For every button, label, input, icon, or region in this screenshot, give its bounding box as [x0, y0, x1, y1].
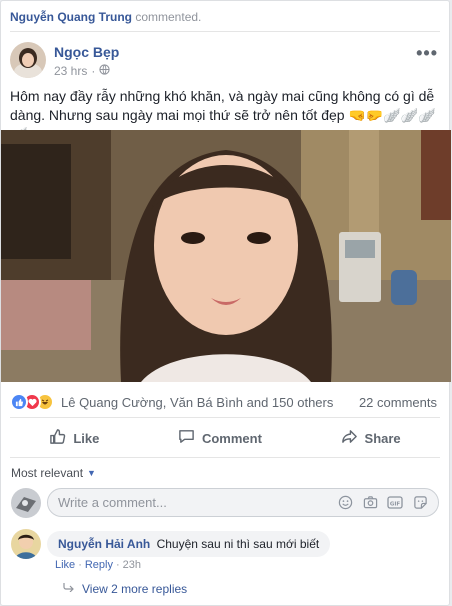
activity-actor-link[interactable]: Nguyễn Quang Trung	[10, 10, 132, 24]
compose-icons: GIF	[337, 495, 428, 511]
thumbs-up-icon	[49, 428, 66, 448]
comment-timestamp[interactable]: 23h	[123, 559, 141, 571]
share-button[interactable]: Share	[341, 428, 401, 448]
camera-icon[interactable]	[362, 495, 378, 511]
comment-compose-box[interactable]: GIF	[47, 488, 439, 517]
reaction-icons	[10, 393, 54, 411]
comment-button-label: Comment	[201, 430, 262, 446]
comment-meta: Like · Reply · 23h	[55, 559, 141, 571]
post-meta: 23 hrs ·	[54, 64, 110, 78]
svg-text:GIF: GIF	[390, 501, 401, 507]
share-button-label: Share	[364, 430, 401, 446]
commenter-avatar[interactable]	[11, 529, 41, 559]
actions-bottom-divider	[10, 457, 440, 458]
like-button[interactable]: Like	[49, 428, 99, 448]
sticker-icon[interactable]	[412, 495, 428, 511]
activity-action: commented.	[135, 10, 202, 24]
like-button-label: Like	[73, 430, 100, 446]
view-more-replies-link[interactable]: View 2 more replies	[63, 582, 187, 596]
comment-meta-dot: ·	[115, 559, 120, 571]
view-replies-label: View 2 more replies	[82, 582, 188, 596]
meta-separator: ·	[91, 64, 96, 78]
comment-icon	[178, 428, 195, 448]
post-photo[interactable]	[1, 130, 451, 382]
author-name-link[interactable]: Ngọc Bẹp	[54, 44, 119, 60]
comment-button[interactable]: Comment	[178, 428, 262, 448]
viewer-avatar[interactable]	[11, 488, 41, 518]
comment-input[interactable]	[58, 495, 337, 510]
sort-label: Most relevant	[11, 466, 84, 480]
comment-meta-dot: ·	[78, 559, 82, 571]
comment-text: Chuyện sau ni thì sau mới biết	[156, 537, 320, 551]
comment-bubble: Nguyễn Hải Anh Chuyện sau ni thì sau mới…	[47, 531, 331, 557]
globe-icon[interactable]	[99, 64, 110, 78]
author-avatar[interactable]	[10, 42, 46, 78]
reaction-names[interactable]: Lê Quang Cường, Văn Bá Bình and 150 othe…	[61, 395, 333, 410]
post-card: Nguyễn Quang Trung commented. Ngọc Bẹp 2…	[0, 0, 451, 606]
post-actions-bar: Like Comment Share	[10, 423, 440, 453]
reactions-summary[interactable]: Lê Quang Cường, Văn Bá Bình and 150 othe…	[10, 393, 333, 411]
comment-sort-dropdown[interactable]: Most relevant ▼	[11, 466, 96, 480]
more-options-button[interactable]: •••	[416, 43, 438, 64]
gif-icon[interactable]: GIF	[387, 495, 403, 511]
caret-down-icon: ▼	[87, 468, 96, 478]
actions-top-divider	[10, 417, 440, 418]
activity-header: Nguyễn Quang Trung commented.	[10, 10, 201, 24]
comment-author-link[interactable]: Nguyễn Hải Anh	[58, 537, 150, 551]
comment-reply-link[interactable]: Reply	[85, 559, 113, 571]
share-icon	[341, 428, 358, 448]
emoji-icon[interactable]	[337, 495, 353, 511]
like-icon	[10, 393, 28, 411]
comments-count-link[interactable]: 22 comments	[359, 395, 437, 410]
comment-like-link[interactable]: Like	[55, 559, 75, 571]
reply-arrow-icon	[63, 583, 74, 595]
header-divider	[10, 31, 440, 32]
post-timestamp-link[interactable]: 23 hrs	[54, 64, 87, 78]
